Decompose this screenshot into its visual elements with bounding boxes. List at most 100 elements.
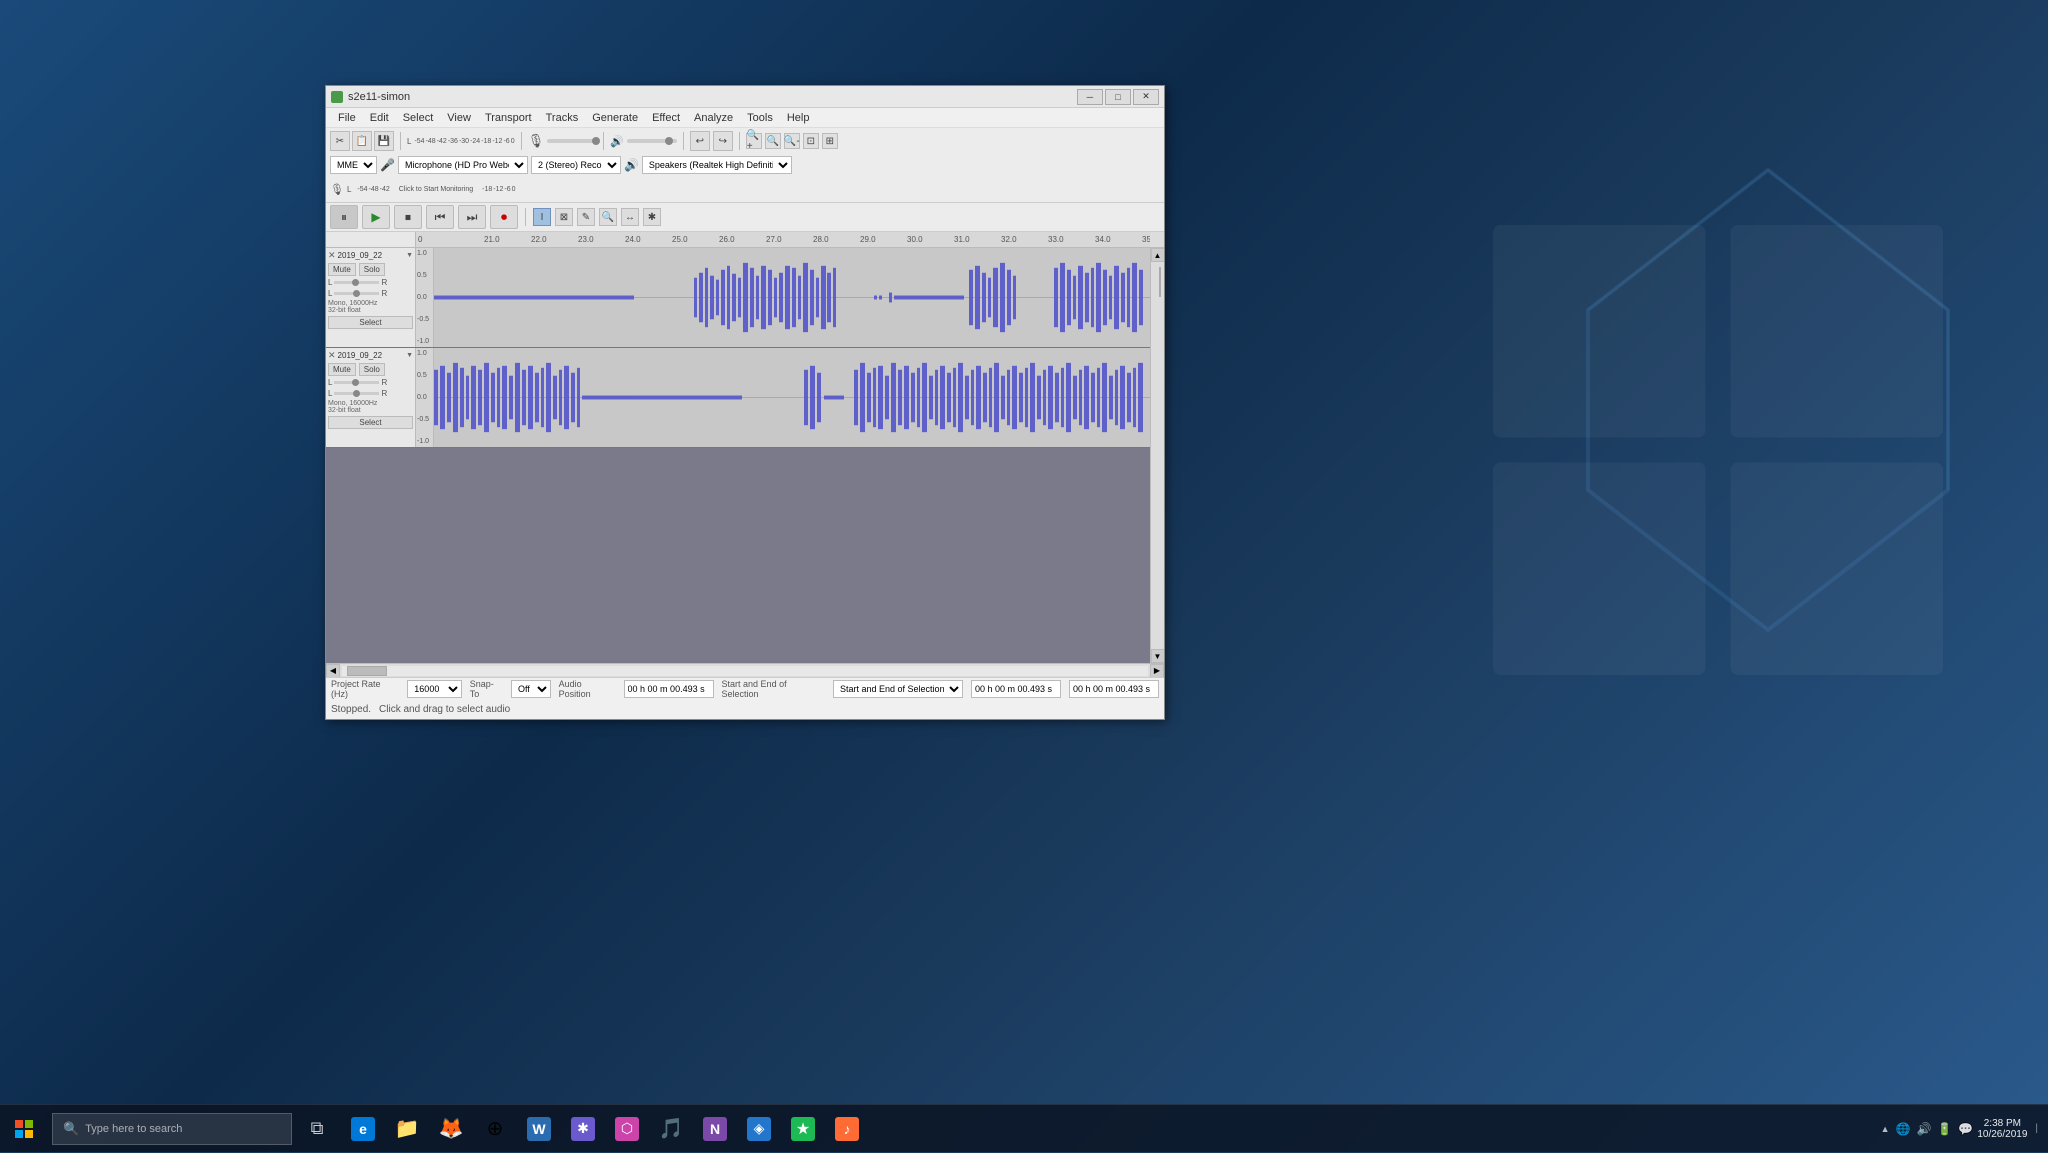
project-rate-select[interactable]: 16000 <box>407 680 461 698</box>
start-button[interactable] <box>0 1105 48 1153</box>
stop-button[interactable]: ⏹ <box>394 205 422 229</box>
menu-analyze[interactable]: Analyze <box>687 110 740 126</box>
pause-button[interactable]: ⏸ <box>330 205 358 229</box>
audio-position-input[interactable]: 00 h 00 m 00.493 s <box>624 680 714 698</box>
taskbar-task-view[interactable]: ⧉ <box>296 1108 338 1150</box>
redo-button[interactable]: ↪ <box>713 131 733 151</box>
input-channels-select[interactable]: 2 (Stereo) Recordi <box>531 156 621 174</box>
track-1-waveform[interactable] <box>434 248 1150 347</box>
taskbar-app-10[interactable]: ◈ <box>738 1108 780 1150</box>
track-1-mute[interactable]: Mute <box>328 263 356 276</box>
track-1-pan-slider[interactable] <box>334 292 379 295</box>
menu-help[interactable]: Help <box>780 110 817 126</box>
output-device-select[interactable]: Speakers (Realtek High Definiti <box>642 156 792 174</box>
track-1-select[interactable]: Select <box>328 316 413 329</box>
track-1-dropdown[interactable]: ▼ <box>406 252 413 259</box>
minimize-button[interactable]: ─ <box>1077 89 1103 105</box>
snap-to-select[interactable]: Off <box>511 680 551 698</box>
close-button[interactable]: ✕ <box>1133 89 1159 105</box>
zoom-in-button[interactable]: 🔍+ <box>746 133 762 149</box>
zoom-fit-button[interactable]: ⊡ <box>803 133 819 149</box>
track-2-sliders: L R L R <box>328 378 413 398</box>
recording-level-row: 🎙 L -54 -48 -42 Click to Start Monitorin… <box>326 176 1164 202</box>
zoom-normal-button[interactable]: 🔍 <box>765 133 781 149</box>
selection-mode-select[interactable]: Start and End of Selection <box>833 680 963 698</box>
menu-generate[interactable]: Generate <box>585 110 645 126</box>
taskbar-app-onenote[interactable]: N <box>694 1108 736 1150</box>
menu-tracks[interactable]: Tracks <box>539 110 586 126</box>
menu-view[interactable]: View <box>440 110 478 126</box>
horizontal-scrollbar[interactable]: ◀ ▶ <box>326 663 1164 677</box>
timeshift-tool-button[interactable]: ↔ <box>621 208 639 226</box>
track-2-mute[interactable]: Mute <box>328 363 356 376</box>
track-2-pan-slider[interactable] <box>334 392 379 395</box>
menu-transport[interactable]: Transport <box>478 110 539 126</box>
h-scroll-track <box>342 666 1148 676</box>
open-button[interactable]: 📋 <box>352 131 372 151</box>
h-scroll-thumb[interactable] <box>347 666 387 676</box>
zoom-out-button[interactable]: 🔍- <box>784 133 800 149</box>
taskbar-app-6[interactable]: ✱ <box>562 1108 604 1150</box>
track-2-waveform[interactable] <box>434 348 1150 447</box>
menu-effect[interactable]: Effect <box>645 110 687 126</box>
track-2-solo[interactable]: Solo <box>359 363 385 376</box>
audio-api-select[interactable]: MME <box>330 156 377 174</box>
status-hint: Click and drag to select audio <box>379 704 510 715</box>
track-2-pan-r: R <box>381 389 387 398</box>
tray-arrow[interactable]: ▲ <box>1881 1124 1890 1134</box>
menu-tools[interactable]: Tools <box>740 110 780 126</box>
new-button[interactable]: ✂ <box>330 131 350 151</box>
system-clock[interactable]: 2:38 PM 10/26/2019 <box>1977 1118 2027 1140</box>
track-2-select[interactable]: Select <box>328 416 413 429</box>
scroll-down-button[interactable]: ▼ <box>1151 649 1165 663</box>
draw-tool-button[interactable]: ✎ <box>577 208 595 226</box>
taskbar-app-explorer[interactable]: 📁 <box>386 1108 428 1150</box>
scroll-up-button[interactable]: ▲ <box>1151 248 1165 262</box>
taskbar-app-7[interactable]: ⬡ <box>606 1108 648 1150</box>
skip-fwd-button[interactable]: ⏭ <box>458 205 486 229</box>
record-button[interactable]: ⏺ <box>490 205 518 229</box>
maximize-button[interactable]: □ <box>1105 89 1131 105</box>
taskbar-app-firefox[interactable]: 🦊 <box>430 1108 472 1150</box>
skip-back-button[interactable]: ⏮ <box>426 205 454 229</box>
track-1-close[interactable]: ✕ <box>328 250 336 261</box>
track-1-gain-slider[interactable] <box>334 281 379 284</box>
taskbar-app-8[interactable]: 🎵 <box>650 1108 692 1150</box>
input-device-select[interactable]: Microphone (HD Pro Webcam C <box>398 156 528 174</box>
track-2-dropdown[interactable]: ▼ <box>406 352 413 359</box>
taskbar-search[interactable]: 🔍 Type here to search <box>52 1113 292 1145</box>
select-tool-button[interactable]: I <box>533 208 551 226</box>
scroll-right-button[interactable]: ▶ <box>1150 664 1164 678</box>
zoom-fit-vert-button[interactable]: ⊞ <box>822 133 838 149</box>
tray-network-icon[interactable]: 🌐 <box>1896 1122 1911 1136</box>
taskbar-app-audacity[interactable]: ♪ <box>826 1108 868 1150</box>
undo-button[interactable]: ↩ <box>690 131 710 151</box>
track-1-solo[interactable]: Solo <box>359 263 385 276</box>
taskbar-app-chrome[interactable]: ⊕ <box>474 1108 516 1150</box>
menu-file[interactable]: File <box>331 110 363 126</box>
output-volume-slider[interactable] <box>627 139 677 143</box>
tray-volume-icon[interactable]: 🔊 <box>1916 1122 1931 1136</box>
taskbar-app-spotify[interactable]: ★ <box>782 1108 824 1150</box>
taskbar-app-word[interactable]: W <box>518 1108 560 1150</box>
multi-tool-button[interactable]: ✱ <box>643 208 661 226</box>
menu-edit[interactable]: Edit <box>363 110 396 126</box>
track-2-gain-slider[interactable] <box>334 381 379 384</box>
selection-end-input[interactable] <box>1069 680 1159 698</box>
track-2-close[interactable]: ✕ <box>328 350 336 361</box>
selection-start-input[interactable] <box>971 680 1061 698</box>
save-button[interactable]: 💾 <box>374 131 394 151</box>
title-bar-left: s2e11-simon <box>331 91 410 103</box>
tray-notification-icon[interactable]: 💬 <box>1958 1122 1973 1136</box>
mic-volume-slider[interactable] <box>547 139 597 143</box>
scroll-left-button[interactable]: ◀ <box>326 664 340 678</box>
scroll-thumb[interactable] <box>1159 267 1161 297</box>
show-desktop-button[interactable]: | <box>2031 1123 2038 1134</box>
play-button[interactable]: ▶ <box>362 205 390 229</box>
zoom-tool-button[interactable]: 🔍 <box>599 208 617 226</box>
menu-select[interactable]: Select <box>396 110 441 126</box>
tray-battery-icon[interactable]: 🔋 <box>1937 1122 1952 1136</box>
taskbar-app-edge[interactable]: e <box>342 1108 384 1150</box>
envelope-tool-button[interactable]: ⊠ <box>555 208 573 226</box>
vertical-scrollbar[interactable]: ▲ ▼ <box>1150 248 1164 663</box>
